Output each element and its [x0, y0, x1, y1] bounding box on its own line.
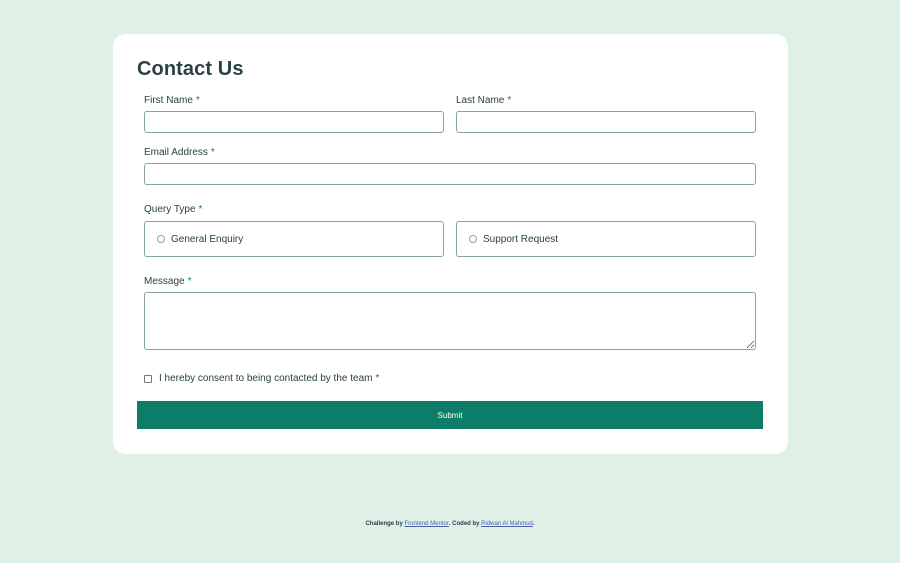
- attribution-footer: Challenge by Frontend Mentor. Coded by R…: [365, 521, 535, 527]
- last-name-label: Last Name *: [456, 95, 512, 106]
- query-option-general-enquiry[interactable]: General Enquiry: [144, 221, 444, 257]
- required-marker: *: [507, 95, 512, 106]
- query-type-label: Query Type *: [144, 204, 203, 215]
- contact-form-card: Contact Us First Name * Last Name * Email …: [113, 34, 788, 454]
- required-marker: *: [195, 95, 200, 106]
- consent-label: I hereby consent to being contacted by t…: [159, 373, 380, 384]
- form-title: Contact Us: [137, 58, 244, 80]
- author-link[interactable]: Ridwan Al Mahmud: [481, 521, 533, 527]
- required-marker: *: [198, 204, 203, 215]
- required-marker: *: [375, 373, 380, 384]
- message-label: Message *: [144, 276, 192, 287]
- submit-button[interactable]: Submit: [137, 401, 763, 429]
- checkbox-icon[interactable]: [144, 374, 152, 383]
- radio-button-icon[interactable]: [157, 235, 165, 243]
- email-input[interactable]: [144, 163, 756, 185]
- last-name-input[interactable]: [456, 111, 756, 133]
- message-textarea[interactable]: [144, 292, 756, 350]
- query-option-support-request[interactable]: Support Request: [456, 221, 756, 257]
- required-marker: *: [187, 276, 192, 287]
- email-label: Email Address *: [144, 147, 215, 158]
- frontend-mentor-link[interactable]: Frontend Mentor: [404, 521, 448, 527]
- first-name-input[interactable]: [144, 111, 444, 133]
- required-marker: *: [210, 147, 215, 158]
- consent-checkbox-row[interactable]: I hereby consent to being contacted by t…: [144, 373, 379, 384]
- first-name-label: First Name *: [144, 95, 200, 106]
- radio-button-icon[interactable]: [469, 235, 477, 243]
